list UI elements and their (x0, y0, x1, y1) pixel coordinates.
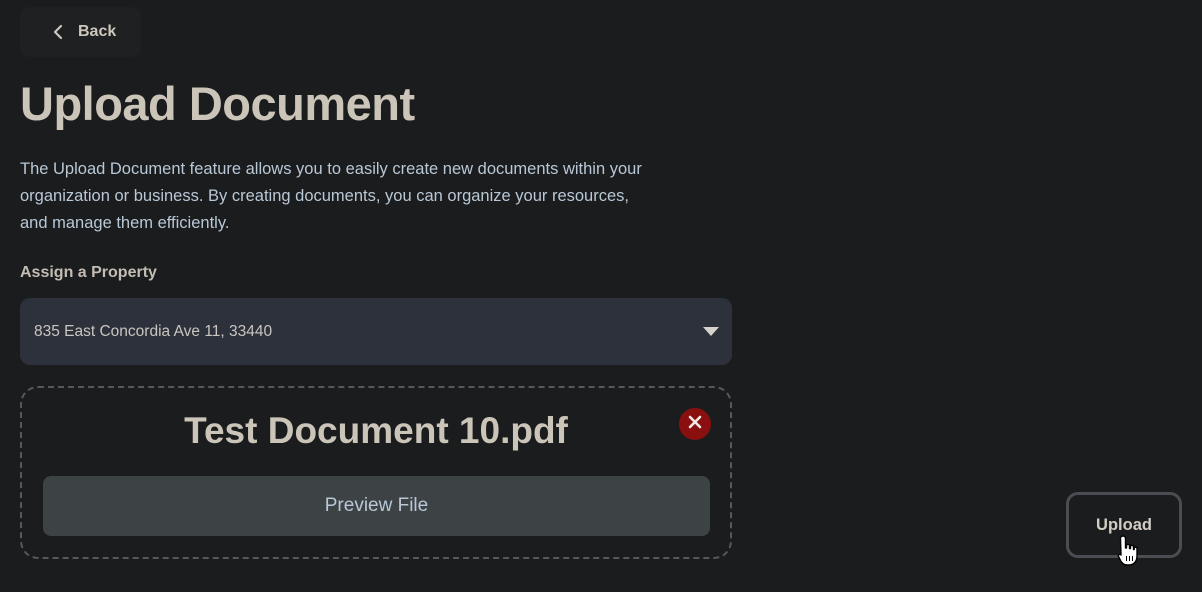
file-dropzone[interactable]: Test Document 10.pdf Preview File (20, 386, 732, 559)
property-field-label: Assign a Property (20, 264, 157, 281)
back-label: Back (78, 23, 117, 40)
remove-file-button[interactable] (679, 408, 711, 440)
property-select-value: 835 East Concordia Ave 11, 33440 (34, 322, 273, 340)
upload-document-page: Back Upload Document The Upload Document… (0, 0, 1202, 592)
property-select[interactable]: 835 East Concordia Ave 11, 33440 (20, 298, 732, 365)
page-title: Upload Document (20, 77, 415, 130)
caret-down-icon (703, 327, 719, 336)
page-description: The Upload Document feature allows you t… (20, 160, 642, 232)
preview-file-button[interactable]: Preview File (43, 476, 710, 536)
chevron-left-icon (50, 24, 66, 40)
close-icon (688, 415, 702, 434)
back-button[interactable]: Back (20, 7, 141, 57)
hand-cursor-icon (1117, 534, 1139, 568)
file-name: Test Document 10.pdf (184, 410, 568, 451)
